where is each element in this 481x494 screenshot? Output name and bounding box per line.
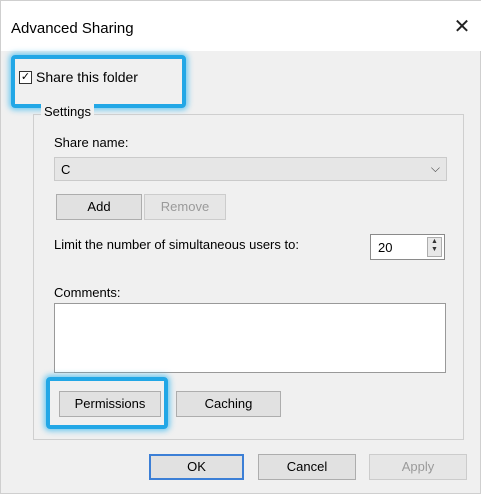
close-button[interactable]: ✕: [448, 13, 476, 41]
settings-group-title: Settings: [41, 104, 94, 119]
chevron-down-icon: ⌵: [430, 161, 440, 175]
remove-button[interactable]: Remove: [144, 194, 226, 220]
limit-users-label: Limit the number of simultaneous users t…: [54, 237, 299, 252]
user-limit-value: 20: [378, 240, 393, 255]
dialog-title: Advanced Sharing: [11, 20, 134, 37]
share-name-label: Share name:: [54, 135, 129, 150]
spin-buttons[interactable]: ▲ ▼: [427, 237, 442, 257]
add-button[interactable]: Add: [56, 194, 142, 220]
apply-button[interactable]: Apply: [369, 454, 467, 480]
spin-down-icon[interactable]: ▼: [428, 246, 441, 254]
cancel-button[interactable]: Cancel: [258, 454, 356, 480]
advanced-sharing-dialog: Advanced Sharing ✕ ✓ Share this folder S…: [0, 0, 481, 494]
ok-button[interactable]: OK: [149, 454, 244, 480]
caching-button[interactable]: Caching: [176, 391, 281, 417]
permissions-button[interactable]: Permissions: [59, 391, 161, 417]
user-limit-stepper[interactable]: 20 ▲ ▼: [370, 234, 445, 260]
share-folder-label: Share this folder: [36, 69, 138, 85]
comments-textarea[interactable]: [54, 303, 446, 373]
spin-up-icon[interactable]: ▲: [428, 238, 441, 246]
share-folder-checkbox[interactable]: ✓: [19, 70, 32, 84]
share-name-dropdown[interactable]: C ⌵: [54, 157, 447, 181]
share-folder-checkbox-row[interactable]: ✓ Share this folder: [19, 67, 138, 87]
title-bar: Advanced Sharing ✕: [1, 1, 481, 51]
comments-label: Comments:: [54, 285, 121, 300]
share-name-value: C: [61, 162, 71, 177]
